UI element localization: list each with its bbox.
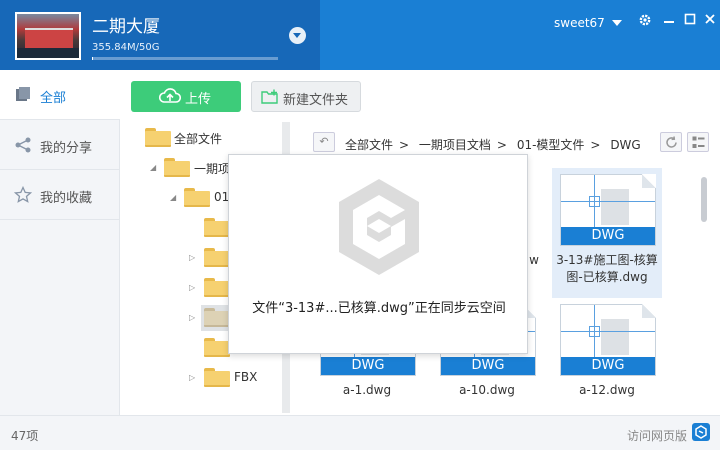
folder-icon [204, 248, 230, 267]
refresh-button[interactable] [660, 132, 682, 152]
project-title: 二期大厦 [92, 17, 160, 37]
file-type-badge: DWG [321, 357, 415, 375]
collapsed-arrow-icon[interactable]: ▷ [189, 283, 195, 292]
username[interactable]: sweet67 [554, 16, 605, 30]
view-mode-button[interactable] [687, 132, 709, 152]
breadcrumb: 全部文件 > 一期项目文档 > 01-模型文件 > DWG [345, 136, 647, 153]
list-view-icon [692, 136, 705, 152]
app-logo-icon [333, 175, 425, 279]
sync-notification: 文件“3-13#...已核算.dwg”正在同步云空间 [228, 154, 528, 354]
web-version-link[interactable]: 访问网页版 [627, 427, 687, 444]
minimize-icon[interactable] [661, 13, 677, 29]
dwg-file-icon: DWG [560, 304, 656, 376]
upload-button[interactable]: 上传 [131, 81, 241, 112]
breadcrumb-item[interactable]: 全部文件 [345, 138, 393, 152]
tree-node-label: 01 [214, 190, 230, 204]
maximize-icon[interactable] [682, 13, 698, 29]
sidebar-item-label: 我的分享 [40, 141, 93, 156]
project-thumbnail [15, 12, 81, 60]
file-name: a-10.dwg [459, 383, 515, 397]
expanded-arrow-icon[interactable]: ◢ [170, 193, 176, 202]
project-panel[interactable]: 二期大厦 355.84M/50G [0, 0, 320, 70]
file-type-badge: DWG [561, 227, 655, 245]
back-arrow-icon: ↶ [319, 135, 329, 148]
breadcrumb-separator: > [496, 138, 507, 152]
breadcrumb-item[interactable]: 一期项目文档 [419, 138, 491, 152]
breadcrumb-separator: > [399, 138, 410, 152]
collapsed-arrow-icon[interactable]: ▷ [189, 253, 195, 262]
star-icon [13, 185, 33, 204]
collapsed-arrow-icon[interactable]: ▷ [189, 313, 195, 322]
title-bar: 二期大厦 355.84M/50G sweet67 [0, 0, 720, 70]
file-name: a-12.dwg [579, 383, 635, 397]
breadcrumb-separator: > [590, 138, 601, 152]
folder-icon [184, 188, 210, 207]
refresh-icon [665, 136, 678, 152]
close-icon[interactable] [702, 13, 718, 29]
folder-icon [204, 218, 230, 237]
item-count: 47项 [11, 429, 39, 443]
cloud-upload-icon [158, 87, 182, 109]
share-icon [14, 136, 32, 154]
tree-node-root[interactable]: 全部文件 [121, 125, 286, 151]
gear-icon[interactable] [637, 13, 653, 29]
back-button[interactable]: ↶ [313, 132, 335, 152]
status-bar: 47项 访问网页版 [0, 415, 720, 450]
sync-message: 文件“3-13#...已核算.dwg”正在同步云空间 [252, 301, 506, 316]
folder-icon [204, 338, 230, 357]
dwg-file-icon: DWG [560, 174, 656, 246]
tree-node-fbx[interactable]: ▷ FBX [121, 365, 286, 391]
project-dropdown-icon[interactable] [289, 27, 306, 44]
new-folder-icon [261, 89, 279, 109]
storage-usage-bar [92, 57, 278, 60]
folder-icon [204, 308, 230, 327]
content-scrollbar[interactable] [700, 165, 710, 415]
files-icon [14, 86, 32, 104]
storage-usage-text: 355.84M/50G [92, 42, 160, 53]
tree-node-label: FBX [234, 370, 258, 384]
new-folder-button[interactable]: 新建文件夹 [251, 81, 361, 112]
user-dropdown-icon[interactable] [612, 20, 622, 26]
storage-usage-fill [92, 57, 93, 60]
breadcrumb-item[interactable]: 01-模型文件 [517, 138, 585, 152]
sidebar-item-favorites[interactable]: 我的收藏 [0, 170, 120, 220]
folder-icon [204, 278, 230, 297]
sidebar-item-all[interactable]: 全部 [0, 70, 120, 120]
tree-node-label: 全部文件 [174, 132, 223, 146]
file-item-selected[interactable]: DWG 3-13#施工图-核算图-已核算.dwg [552, 168, 662, 298]
new-folder-button-label: 新建文件夹 [283, 93, 349, 108]
sidebar-item-share[interactable]: 我的分享 [0, 120, 120, 170]
breadcrumb-item[interactable]: DWG [610, 138, 640, 152]
scrollbar-thumb[interactable] [701, 177, 707, 222]
sidebar: 全部 我的分享 我的收藏 [0, 70, 120, 415]
expanded-arrow-icon[interactable]: ◢ [150, 163, 156, 172]
file-type-badge: DWG [561, 357, 655, 375]
file-item[interactable]: DWG a-12.dwg [552, 298, 662, 428]
sidebar-item-label: 我的收藏 [40, 191, 93, 206]
collapsed-arrow-icon[interactable]: ▷ [189, 373, 195, 382]
sidebar-item-label: 全部 [40, 91, 67, 106]
folder-icon [145, 128, 171, 147]
tree-node-label: 一期项 [194, 162, 231, 176]
web-version-icon[interactable] [692, 423, 710, 441]
file-name: 3-13#施工图-核算图-已核算.dwg [556, 253, 658, 284]
folder-icon [164, 158, 190, 177]
file-name: a-1.dwg [342, 383, 392, 397]
file-type-badge: DWG [441, 357, 535, 375]
folder-icon [204, 368, 230, 387]
upload-button-label: 上传 [185, 92, 212, 107]
